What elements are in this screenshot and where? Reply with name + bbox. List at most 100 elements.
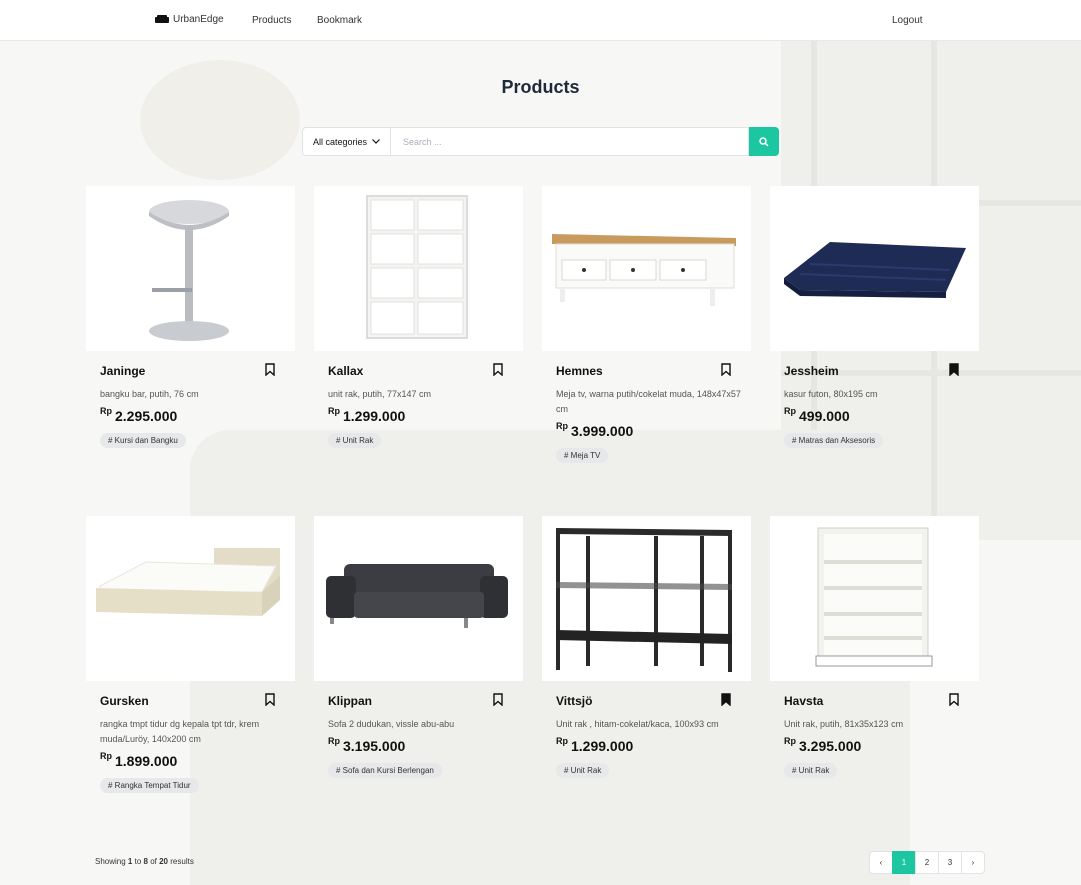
results-to-word: to — [134, 857, 142, 866]
price-value: 499.000 — [799, 408, 850, 424]
chevron-down-icon — [372, 139, 380, 144]
currency-label: Rp — [100, 751, 112, 761]
results-of-word: of — [150, 857, 157, 866]
bookmark-filled-icon[interactable] — [949, 363, 959, 376]
product-price: Rp 499.000 — [784, 406, 965, 424]
product-name[interactable]: Gursken — [100, 694, 281, 708]
product-card[interactable]: Gursken rangka tmpt tidur dg kepala tpt … — [86, 516, 295, 793]
page-2-button[interactable]: 2 — [915, 851, 939, 874]
price-value: 1.299.000 — [571, 738, 634, 754]
currency-label: Rp — [328, 736, 340, 746]
results-summary: Showing 1 to 8 of 20 results — [95, 857, 194, 866]
navbar: UrbanEdge Products Bookmark Logout — [0, 0, 1081, 41]
product-image-bar-stool[interactable] — [86, 186, 295, 351]
product-name[interactable]: Vittsjö — [556, 694, 737, 708]
currency-label: Rp — [328, 406, 340, 416]
page-title: Products — [501, 77, 580, 97]
product-name[interactable]: Kallax — [328, 364, 509, 378]
product-card[interactable]: Havsta Unit rak, putih, 81x35x123 cm Rp 3… — [770, 516, 979, 778]
category-select-label: All categories — [312, 136, 368, 147]
results-suffix: results — [170, 857, 194, 866]
brand-link[interactable]: UrbanEdge — [155, 14, 224, 25]
bookmark-icon[interactable] — [265, 693, 275, 706]
price-value: 2.295.000 — [115, 408, 178, 424]
search-icon — [759, 136, 769, 147]
product-image-bookshelf[interactable] — [770, 516, 979, 681]
sofa-icon — [155, 15, 169, 23]
product-image-metal-shelf[interactable] — [542, 516, 751, 681]
price-value: 3.295.000 — [799, 738, 862, 754]
price-value: 3.999.000 — [571, 423, 634, 439]
category-tag[interactable]: # Meja TV — [556, 448, 609, 463]
price-value: 1.299.000 — [343, 408, 406, 424]
product-name[interactable]: Hemnes — [556, 364, 737, 378]
results-total: 20 — [159, 857, 169, 866]
page-3-button[interactable]: 3 — [938, 851, 962, 874]
results-from: 1 — [127, 857, 133, 866]
product-card[interactable]: Vittsjö Unit rak , hitam-cokelat/kaca, 1… — [542, 516, 751, 778]
price-value: 1.899.000 — [115, 753, 178, 769]
product-price: Rp 1.299.000 — [556, 736, 737, 754]
product-description: rangka tmpt tidur dg kepala tpt tdr, kre… — [100, 719, 260, 744]
price-value: 3.195.000 — [343, 738, 406, 754]
bookmark-icon[interactable] — [493, 363, 503, 376]
brand-name: UrbanEdge — [173, 14, 224, 25]
search-bar: All categories — [302, 127, 779, 156]
nav-products[interactable]: Products — [252, 15, 291, 26]
category-tag[interactable]: # Rangka Tempat Tidur — [100, 778, 199, 793]
currency-label: Rp — [556, 736, 568, 746]
category-tag[interactable]: # Kursi dan Bangku — [100, 433, 186, 448]
category-select[interactable]: All categories — [302, 127, 391, 156]
currency-label: Rp — [100, 406, 112, 416]
product-card[interactable]: Klippan Sofa 2 dudukan, vissle abu-abu R… — [314, 516, 523, 778]
product-price: Rp 1.299.000 — [328, 406, 509, 424]
product-image-bed-frame[interactable] — [86, 516, 295, 681]
product-card[interactable]: Janinge bangku bar, putih, 76 cm Rp 2.295… — [86, 186, 295, 448]
search-button[interactable] — [749, 127, 779, 156]
product-name[interactable]: Klippan — [328, 694, 509, 708]
product-image-tv-bench[interactable] — [542, 186, 751, 351]
product-description: unit rak, putih, 77x147 cm — [328, 389, 432, 399]
product-description: kasur futon, 80x195 cm — [784, 389, 878, 399]
product-card[interactable]: Jessheim kasur futon, 80x195 cm Rp 499.00… — [770, 186, 979, 448]
product-price: Rp 3.295.000 — [784, 736, 965, 754]
bookmark-icon[interactable] — [265, 363, 275, 376]
bookmark-icon[interactable] — [949, 693, 959, 706]
page-1-button[interactable]: 1 — [892, 851, 916, 874]
results-prefix: Showing — [95, 857, 126, 866]
bookmark-icon[interactable] — [721, 363, 731, 376]
results-to: 8 — [143, 857, 148, 866]
bookmark-icon[interactable] — [493, 693, 503, 706]
logout-link[interactable]: Logout — [892, 15, 923, 26]
product-description: bangku bar, putih, 76 cm — [100, 389, 199, 399]
product-description: Meja tv, warna putih/cokelat muda, 148x4… — [556, 389, 741, 414]
product-image-sofa[interactable] — [314, 516, 523, 681]
product-description: Unit rak , hitam-cokelat/kaca, 100x93 cm — [556, 719, 719, 729]
currency-label: Rp — [556, 421, 568, 431]
product-card[interactable]: Kallax unit rak, putih, 77x147 cm Rp 1.29… — [314, 186, 523, 448]
category-tag[interactable]: # Matras dan Aksesoris — [784, 433, 884, 448]
search-input[interactable] — [391, 127, 749, 156]
product-name[interactable]: Jessheim — [784, 364, 965, 378]
currency-label: Rp — [784, 736, 796, 746]
prev-page-button[interactable]: ‹ — [869, 851, 893, 874]
category-tag[interactable]: # Unit Rak — [784, 763, 838, 778]
category-tag[interactable]: # Sofa dan Kursi Berlengan — [328, 763, 442, 778]
category-tag[interactable]: # Unit Rak — [556, 763, 610, 778]
bookmark-filled-icon[interactable] — [721, 693, 731, 706]
product-price: Rp 1.899.000 — [100, 751, 281, 769]
product-card[interactable]: Hemnes Meja tv, warna putih/cokelat muda… — [542, 186, 751, 463]
product-price: Rp 3.195.000 — [328, 736, 509, 754]
product-price: Rp 2.295.000 — [100, 406, 281, 424]
nav-bookmark[interactable]: Bookmark — [317, 15, 362, 26]
currency-label: Rp — [784, 406, 796, 416]
product-image-futon-mattress[interactable] — [770, 186, 979, 351]
product-name[interactable]: Janinge — [100, 364, 281, 378]
product-image-cube-shelf[interactable] — [314, 186, 523, 351]
product-name[interactable]: Havsta — [784, 694, 965, 708]
pagination: ‹ 1 2 3 › — [869, 851, 985, 874]
product-description: Unit rak, putih, 81x35x123 cm — [784, 719, 904, 729]
next-page-button[interactable]: › — [961, 851, 985, 874]
category-tag[interactable]: # Unit Rak — [328, 433, 382, 448]
product-description: Sofa 2 dudukan, vissle abu-abu — [328, 719, 455, 729]
